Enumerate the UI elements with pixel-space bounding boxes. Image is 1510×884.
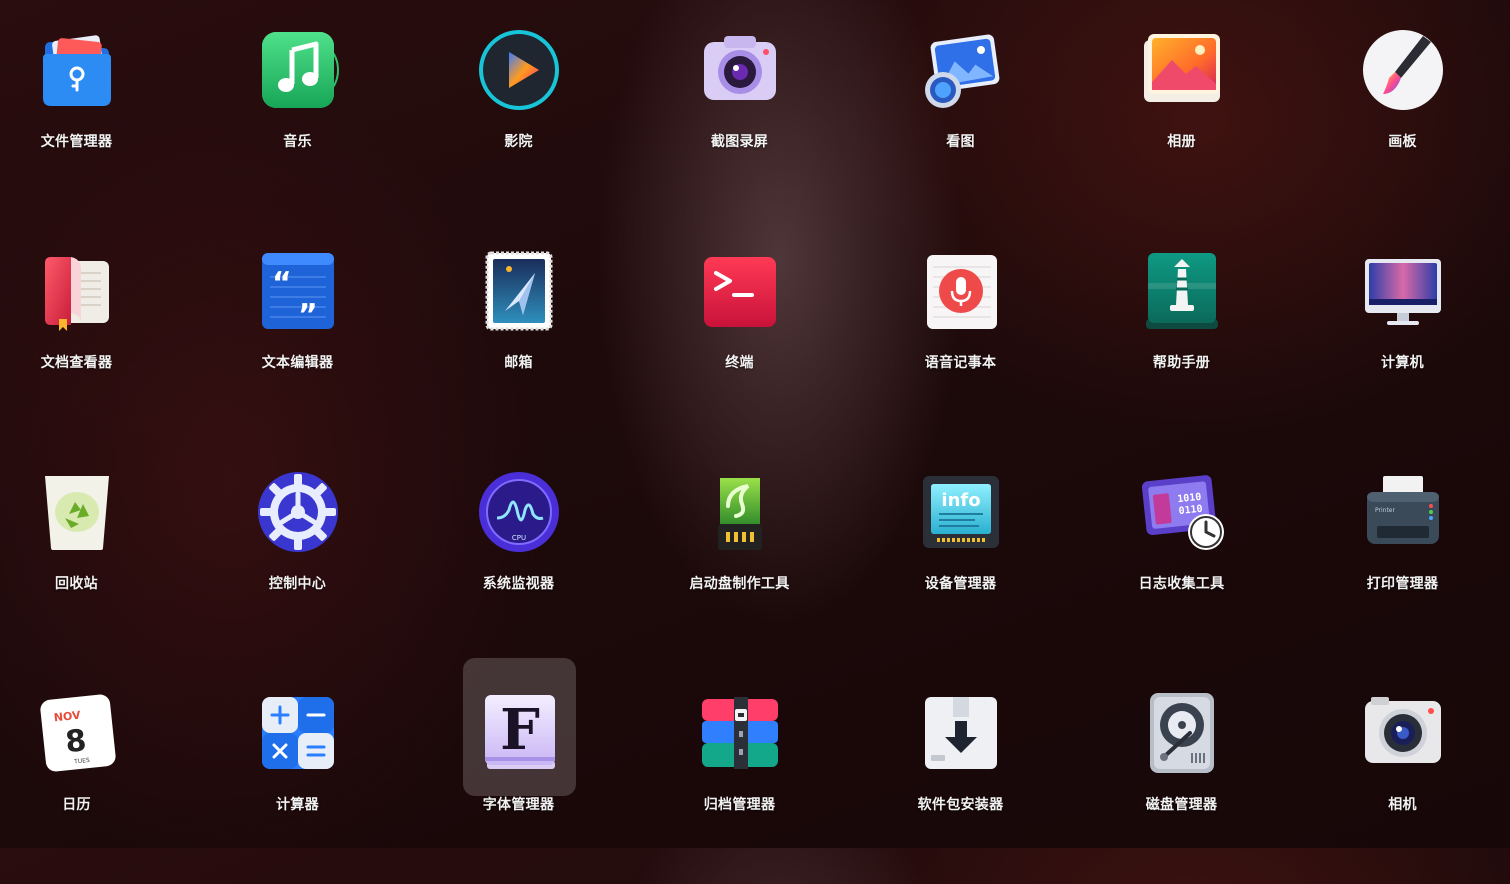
system-monitor-icon: CPU (477, 470, 561, 554)
app-label: 音乐 (283, 134, 312, 150)
app-album[interactable]: 相册 (1071, 0, 1292, 221)
app-screenshot[interactable]: 截图录屏 (629, 0, 850, 221)
disk-manager-icon (1140, 691, 1224, 775)
app-terminal[interactable]: 终端 (629, 221, 850, 442)
font-glyph: F (500, 697, 540, 763)
log-collector-icon: 1010 0110 (1140, 470, 1224, 554)
device-manager-info-icon: info (919, 470, 1003, 554)
app-calculator[interactable]: 计算器 (187, 663, 408, 884)
launcher-grid: 文件管理器 音乐 影院 截图录屏 看图 相册 画板 文档查看器 “ ” 文本编辑… (0, 0, 1476, 848)
app-label: 软件包安装器 (917, 797, 1004, 813)
file-manager-icon (35, 28, 119, 112)
svg-text:”: ” (298, 298, 318, 333)
mail-icon (477, 249, 561, 333)
music-icon (256, 28, 340, 112)
app-label: 邮箱 (504, 355, 533, 371)
app-trash[interactable]: 回收站 (0, 442, 187, 663)
app-font-manager[interactable]: F 字体管理器 (408, 658, 629, 884)
font-manager-icon: F (477, 691, 561, 775)
app-image-viewer[interactable]: 看图 (850, 0, 1071, 221)
app-label: 相册 (1167, 134, 1196, 150)
app-label: 计算机 (1381, 355, 1424, 371)
app-label: 系统监视器 (482, 576, 555, 592)
app-label: 控制中心 (268, 576, 327, 592)
calendar-day: 8 (63, 723, 87, 760)
svg-text:info: info (941, 490, 980, 511)
svg-text:CPU: CPU (511, 534, 525, 542)
app-label: 影院 (504, 134, 533, 150)
camera-icon (1361, 691, 1445, 775)
boot-maker-usb-icon (698, 470, 782, 554)
control-center-gear-icon (256, 470, 340, 554)
terminal-icon (698, 249, 782, 333)
app-label: 打印管理器 (1366, 576, 1439, 592)
app-label: 回收站 (55, 576, 98, 592)
app-label: 帮助手册 (1152, 355, 1211, 371)
calculator-icon (256, 691, 340, 775)
app-label: 看图 (946, 134, 975, 150)
app-label: 设备管理器 (924, 576, 997, 592)
app-label: 文本编辑器 (261, 355, 334, 371)
app-computer[interactable]: 计算机 (1292, 221, 1510, 442)
app-label: 日历 (62, 797, 91, 813)
app-label: 日志收集工具 (1138, 576, 1225, 592)
app-boot-maker[interactable]: 启动盘制作工具 (629, 442, 850, 663)
app-text-editor[interactable]: “ ” 文本编辑器 (187, 221, 408, 442)
app-label: 文档查看器 (40, 355, 113, 371)
svg-text:“: “ (272, 266, 292, 301)
document-viewer-icon (35, 249, 119, 333)
text-editor-icon: “ ” (256, 249, 340, 333)
app-log-collector[interactable]: 1010 0110 日志收集工具 (1071, 442, 1292, 663)
app-help-manual[interactable]: 帮助手册 (1071, 221, 1292, 442)
app-printer[interactable]: Printer 打印管理器 (1292, 442, 1510, 663)
app-label: 启动盘制作工具 (689, 576, 790, 592)
app-label: 终端 (725, 355, 754, 371)
screenshot-camera-icon (698, 28, 782, 112)
app-document-viewer[interactable]: 文档查看器 (0, 221, 187, 442)
trash-recycle-icon (35, 470, 119, 554)
app-system-monitor[interactable]: CPU 系统监视器 (408, 442, 629, 663)
album-icon (1140, 28, 1224, 112)
image-viewer-icon (919, 28, 1003, 112)
app-device-manager[interactable]: info 设备管理器 (850, 442, 1071, 663)
archive-manager-icon (698, 691, 782, 775)
app-label: 语音记事本 (924, 355, 997, 371)
movie-icon (477, 28, 561, 112)
app-label: 磁盘管理器 (1145, 797, 1218, 813)
app-voice-notes[interactable]: 语音记事本 (850, 221, 1071, 442)
app-label: 文件管理器 (40, 134, 113, 150)
app-movie[interactable]: 影院 (408, 0, 629, 221)
app-calendar[interactable]: NOV 8 TUES 日历 (0, 663, 187, 884)
app-mail[interactable]: 邮箱 (408, 221, 629, 442)
computer-monitor-icon (1361, 249, 1445, 333)
package-installer-icon (919, 691, 1003, 775)
app-music[interactable]: 音乐 (187, 0, 408, 221)
svg-text:Printer: Printer (1375, 507, 1395, 514)
app-label: 归档管理器 (703, 797, 776, 813)
draw-brush-icon (1361, 28, 1445, 112)
help-manual-icon (1140, 249, 1224, 333)
voice-notes-icon (919, 249, 1003, 333)
app-label: 画板 (1388, 134, 1417, 150)
app-label: 相机 (1388, 797, 1417, 813)
app-archive-manager[interactable]: 归档管理器 (629, 663, 850, 884)
calendar-icon: NOV 8 TUES (35, 691, 119, 775)
app-draw[interactable]: 画板 (1292, 0, 1510, 221)
app-label: 截图录屏 (710, 134, 769, 150)
app-label: 计算器 (276, 797, 319, 813)
app-file-manager[interactable]: 文件管理器 (0, 0, 187, 221)
app-control-center[interactable]: 控制中心 (187, 442, 408, 663)
app-label: 字体管理器 (482, 797, 555, 813)
app-package-installer[interactable]: 软件包安装器 (850, 663, 1071, 884)
printer-icon: Printer (1361, 470, 1445, 554)
app-disk-manager[interactable]: 磁盘管理器 (1071, 663, 1292, 884)
app-camera[interactable]: 相机 (1292, 663, 1510, 884)
